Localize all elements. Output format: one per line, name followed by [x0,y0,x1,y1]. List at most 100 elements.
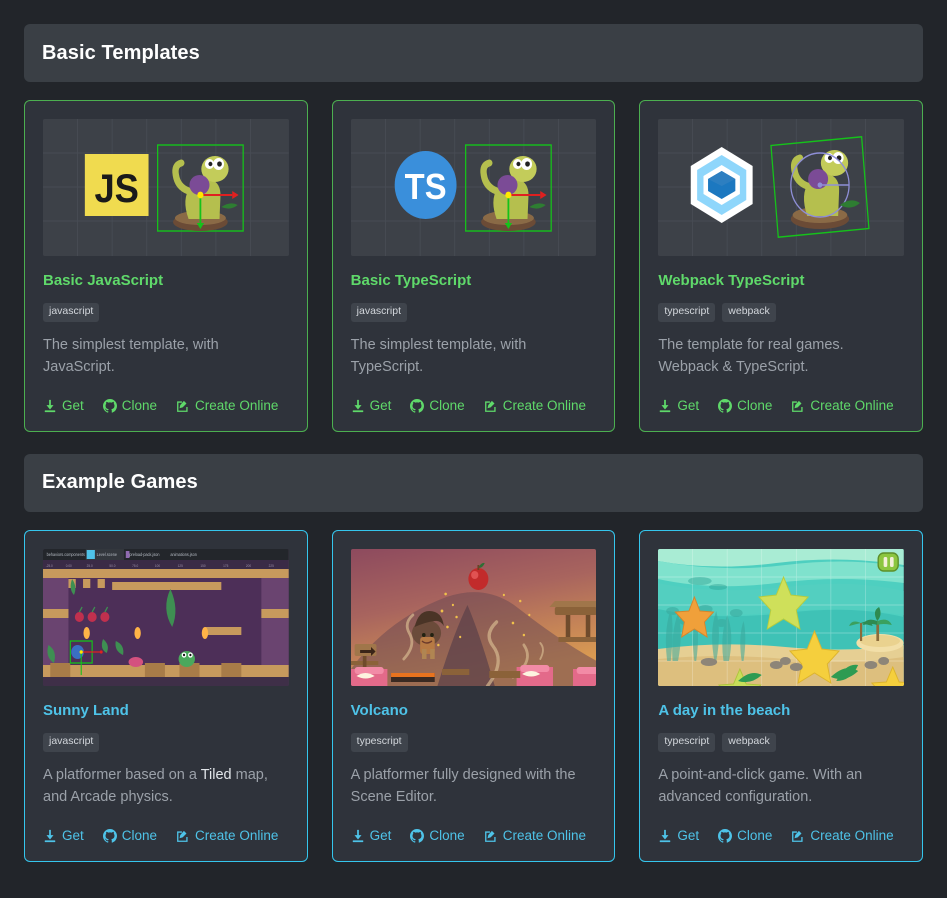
link-label: Create Online [195,828,279,844]
card-title: Webpack TypeScript [658,272,805,289]
template-card-basic-javascript[interactable]: JS Basic JavaScript javascript The simpl… [24,100,308,432]
download-icon [43,399,57,413]
get-link[interactable]: Get [351,398,392,414]
js-editor-thumbnail: JS [43,119,289,256]
svg-text:225: 225 [269,564,274,568]
clone-link[interactable]: Clone [410,828,465,844]
templates-page: Basic Templates JS Basic JavaScript java… [0,0,947,898]
github-icon [410,828,425,843]
card-description: A platformer fully designed with the Sce… [351,764,597,809]
create-online-link[interactable]: Create Online [791,398,894,414]
tag: webpack [722,303,776,322]
pencil-square-icon [484,829,498,843]
get-link[interactable]: Get [43,399,84,413]
link-label: Clone [429,828,465,844]
template-card-webpack-typescript[interactable]: Webpack TypeScript typescript webpack Th… [639,100,923,432]
link-label: Create Online [810,828,894,844]
svg-text:behaviors.components: behaviors.components [47,552,85,557]
desc-text: The simplest template, with JavaScript. [43,337,219,376]
create-online-link[interactable]: Create Online [484,829,586,843]
volcano-thumbnail [350,548,597,686]
section-title: Basic Templates [42,41,200,64]
clone-link[interactable]: Clone [718,398,772,413]
link-label: Clone [737,828,773,844]
desc-text: The simplest template, with TypeScript. [350,337,527,376]
tag: javascript [43,732,100,752]
svg-text:JS: JS [94,166,138,211]
svg-text:125: 125 [178,564,183,568]
download-icon [658,829,672,843]
card-actions: Get Clone Create Online [351,389,597,413]
card-actions: Get Clone Create Online [658,819,904,843]
tag: javascript [350,303,408,322]
pencil-square-icon [791,829,805,843]
svg-text:Level.scene: Level.scene [97,552,118,557]
tag-list: javascript [350,303,597,322]
section-header-basic-templates: Basic Templates [24,24,923,82]
desc-text: A point-and-click game. With an advanced… [658,766,863,806]
card-title: Basic TypeScript [350,272,472,289]
tag-list: typescript [350,732,597,752]
svg-text:animations.json: animations.json [170,552,196,557]
card-actions: Get Clone Create Online [351,819,597,843]
tag: javascript [43,303,100,322]
download-icon [43,829,57,843]
link-label: Create Online [810,398,894,414]
link-label: Get [62,398,84,414]
download-icon [351,399,365,413]
webpack-editor-thumbnail [658,119,904,256]
link-label: Clone [121,828,158,844]
link-label: Clone [121,398,158,414]
clone-link[interactable]: Clone [410,398,465,414]
link-label: Create Online [502,398,586,414]
card-actions: Get Clone Create Online [43,819,289,843]
svg-text:-25.0: -25.0 [46,564,53,568]
link-label: Get [369,828,392,844]
get-link[interactable]: Get [658,399,699,413]
create-online-link[interactable]: Create Online [176,399,278,413]
github-icon [410,398,425,413]
clone-link[interactable]: Clone [102,398,158,414]
create-online-link[interactable]: Create Online [176,829,278,843]
create-online-link[interactable]: Create Online [484,399,586,413]
game-card-sunny-land[interactable]: behaviors.components Level.scene preload… [24,529,308,862]
tag: typescript [350,732,408,752]
get-link[interactable]: Get [658,829,699,843]
clone-link[interactable]: Clone [718,828,773,844]
game-card-volcano[interactable]: Volcano typescript A platformer fully de… [331,529,616,862]
card-title: A day in the beach [658,701,791,719]
game-card-a-day-in-the-beach[interactable]: A day in the beach typescript webpack A … [639,529,923,862]
tag: typescript [658,732,716,752]
card-description: A platformer based on a Tiled map, and A… [43,764,289,809]
link-label: Get [62,828,84,844]
pencil-square-icon [176,829,190,843]
desc-text-before: A platformer based on a [43,766,201,783]
card-actions: Get Clone Create Online [43,389,289,413]
card-grid-basic-templates: JS Basic JavaScript javascript The simpl… [24,100,923,432]
svg-text:25.0: 25.0 [87,564,93,568]
get-link[interactable]: Get [351,828,392,844]
svg-text:150: 150 [200,564,205,568]
template-card-basic-typescript[interactable]: TS Basic TypeScript javascript The simpl… [331,100,616,432]
svg-text:50.0: 50.0 [109,564,115,568]
link-label: Create Online [195,398,279,414]
card-title: Sunny Land [43,701,129,719]
card-actions: Get Clone Create Online [658,389,904,413]
svg-text:100: 100 [155,564,160,568]
tag: typescript [658,303,716,322]
get-link[interactable]: Get [43,829,84,843]
download-icon [351,829,365,843]
tag-list: typescript webpack [658,732,904,752]
pencil-square-icon [176,399,190,413]
link-label: Get [677,828,700,844]
card-description: The template for real games. Webpack & T… [658,334,904,379]
card-description: A point-and-click game. With an advanced… [658,764,904,809]
create-online-link[interactable]: Create Online [791,828,894,844]
link-label: Clone [429,398,465,414]
tag-list: javascript [43,303,289,322]
link-label: Get [369,398,392,414]
svg-text:TS: TS [404,168,446,208]
clone-link[interactable]: Clone [102,828,158,844]
download-icon [658,399,672,413]
link-label: Get [677,398,700,414]
